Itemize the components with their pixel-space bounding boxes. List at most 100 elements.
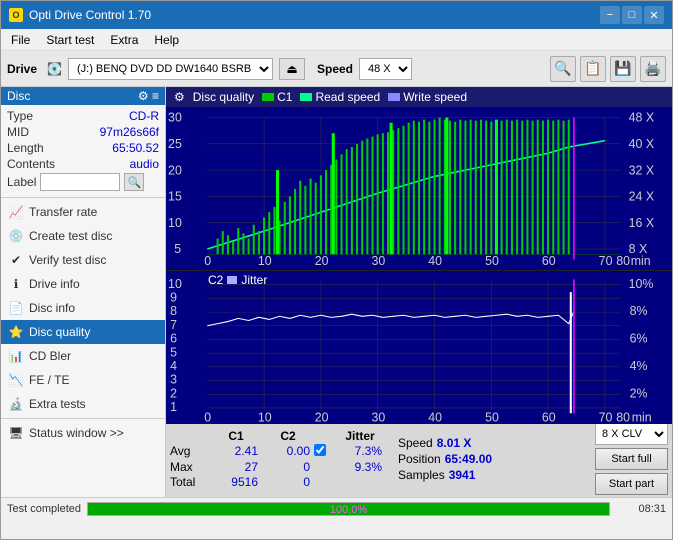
- legend-read-speed-label: Read speed: [315, 90, 380, 104]
- disc-contents-row: Contents audio: [7, 157, 159, 171]
- cd-bler-icon: 📊: [9, 349, 23, 363]
- eject-button[interactable]: ⏏: [279, 58, 305, 80]
- disc-mid-val: 97m26s66f: [100, 125, 159, 139]
- verify-test-disc-icon: ✔: [9, 253, 23, 267]
- speed-row: Speed 8.01 X: [398, 436, 492, 450]
- sidebar-item-disc-quality[interactable]: ⭐ Disc quality: [1, 320, 165, 344]
- svg-text:40 X: 40 X: [629, 137, 655, 151]
- chart-settings-icon: ⚙: [174, 90, 185, 104]
- label-input[interactable]: [40, 173, 120, 191]
- label-search-button[interactable]: 🔍: [124, 173, 144, 191]
- drive-select[interactable]: (J:) BENQ DVD DD DW1640 BSRB: [68, 58, 273, 80]
- toolbar-btn-2[interactable]: 📋: [580, 56, 606, 82]
- disc-contents-key: Contents: [7, 157, 55, 171]
- legend-read-speed-box: [300, 93, 312, 101]
- svg-text:4: 4: [170, 359, 177, 373]
- stats-max-jitter-spacer: [314, 460, 334, 474]
- svg-text:70: 70: [599, 411, 613, 424]
- toolbar-btn-1[interactable]: 🔍: [550, 56, 576, 82]
- stats-max-label: Max: [170, 460, 210, 474]
- svg-text:50: 50: [485, 254, 499, 268]
- svg-text:7: 7: [170, 318, 177, 332]
- sidebar-item-drive-info[interactable]: ℹ Drive info: [1, 272, 165, 296]
- svg-text:40: 40: [428, 254, 442, 268]
- sidebar-item-status-window[interactable]: 🖥 Status window >>: [1, 421, 165, 445]
- stats-col-space: [314, 429, 334, 443]
- drive-label: Drive: [7, 62, 37, 76]
- svg-text:4%: 4%: [630, 359, 648, 373]
- position-row: Position 65:49.00: [398, 452, 492, 466]
- menu-start-test[interactable]: Start test: [40, 31, 100, 49]
- svg-text:25: 25: [168, 137, 182, 151]
- disc-length-val: 65:50.52: [112, 141, 159, 155]
- toolbar-btn-3[interactable]: 💾: [610, 56, 636, 82]
- menu-help[interactable]: Help: [148, 31, 185, 49]
- sidebar-item-fe-te[interactable]: 📉 FE / TE: [1, 368, 165, 392]
- c2-legend-box: [227, 276, 237, 284]
- start-part-button[interactable]: Start part: [595, 473, 668, 495]
- svg-text:24 X: 24 X: [629, 190, 655, 204]
- disc-label-row: Label 🔍: [7, 173, 159, 191]
- transfer-rate-icon: 📈: [9, 205, 23, 219]
- svg-text:20: 20: [315, 411, 329, 424]
- disc-info-table: Type CD-R MID 97m26s66f Length 65:50.52 …: [1, 105, 165, 195]
- chart-header: ⚙ Disc quality C1 Read speed Write speed: [166, 87, 672, 107]
- sidebar-label-create-test-disc: Create test disc: [29, 229, 112, 243]
- svg-text:15: 15: [168, 190, 182, 204]
- jitter-legend-label: Jitter: [241, 273, 267, 287]
- charts-container: 30 25 20 15 10 5 0 10 20 30 40 50 60 70 …: [166, 107, 672, 420]
- disc-type-key: Type: [7, 109, 33, 123]
- sidebar-item-cd-bler[interactable]: 📊 CD Bler: [1, 344, 165, 368]
- svg-text:50: 50: [485, 411, 499, 424]
- svg-text:10: 10: [168, 216, 182, 230]
- speed-select[interactable]: 48 X 32 X 16 X 8 X: [359, 58, 412, 80]
- disc-label-key: Label: [7, 175, 36, 189]
- disc-info-icon: 📄: [9, 301, 23, 315]
- disc-section-header: Disc ⚙ ≡: [1, 87, 165, 105]
- sidebar-item-create-test-disc[interactable]: 💿 Create test disc: [1, 224, 165, 248]
- sidebar-item-transfer-rate[interactable]: 📈 Transfer rate: [1, 200, 165, 224]
- svg-text:40: 40: [428, 411, 442, 424]
- menu-bar: File Start test Extra Help: [1, 29, 672, 51]
- svg-text:10: 10: [258, 254, 272, 268]
- stats-max-jitter: 9.3%: [334, 460, 386, 474]
- sidebar-item-extra-tests[interactable]: 🔬 Extra tests: [1, 392, 165, 416]
- legend-write-speed-label: Write speed: [403, 90, 467, 104]
- lower-chart-svg: 10 9 8 7 6 5 4 3 2 1 10% 8% 6% 4% 2%: [166, 271, 672, 424]
- stats-avg-jitter: 7.3%: [334, 444, 386, 459]
- sidebar-item-verify-test-disc[interactable]: ✔ Verify test disc: [1, 248, 165, 272]
- sidebar-item-disc-info[interactable]: 📄 Disc info: [1, 296, 165, 320]
- close-button[interactable]: ✕: [644, 6, 664, 24]
- lower-chart: C2 Jitter: [166, 271, 672, 424]
- start-full-button[interactable]: Start full: [595, 448, 668, 470]
- sidebar-label-disc-quality: Disc quality: [29, 325, 90, 339]
- legend-read-speed: Read speed: [300, 90, 380, 104]
- upper-chart-svg: 30 25 20 15 10 5 0 10 20 30 40 50 60 70 …: [166, 107, 672, 270]
- disc-length-row: Length 65:50.52: [7, 141, 159, 155]
- stats-panel: C1 C2 Jitter Avg 2.41 0.00 7.3% Max 27: [166, 420, 672, 497]
- svg-text:20: 20: [168, 163, 182, 177]
- maximize-button[interactable]: □: [622, 6, 642, 24]
- c2-label: C2: [208, 273, 223, 287]
- status-bar: Test completed 100.0% 08:31: [1, 497, 672, 519]
- speed-mode-select[interactable]: 8 X CLV 4 X CLV 16 X CLV: [595, 423, 668, 445]
- stats-total-jitter-spacer: [314, 475, 334, 489]
- stats-max-row: Max 27 0 9.3%: [170, 460, 386, 474]
- menu-extra[interactable]: Extra: [104, 31, 144, 49]
- disc-mid-row: MID 97m26s66f: [7, 125, 159, 139]
- stats-total-c1: 9516: [210, 475, 262, 489]
- svg-text:80: 80: [616, 411, 630, 424]
- jitter-checkbox[interactable]: [314, 444, 326, 456]
- jitter-checkbox-wrap[interactable]: [314, 444, 334, 459]
- svg-text:2%: 2%: [630, 386, 648, 400]
- toolbar-btn-4[interactable]: 🖨️: [640, 56, 666, 82]
- menu-file[interactable]: File: [5, 31, 36, 49]
- legend-c1-label: C1: [277, 90, 292, 104]
- drive-disc-icon: 💽: [47, 62, 62, 76]
- svg-text:2: 2: [170, 386, 177, 400]
- svg-text:8%: 8%: [630, 304, 648, 318]
- minimize-button[interactable]: −: [600, 6, 620, 24]
- svg-text:3: 3: [170, 373, 177, 387]
- stats-col-jitter-header: Jitter: [334, 429, 386, 443]
- status-text: Test completed: [7, 503, 81, 515]
